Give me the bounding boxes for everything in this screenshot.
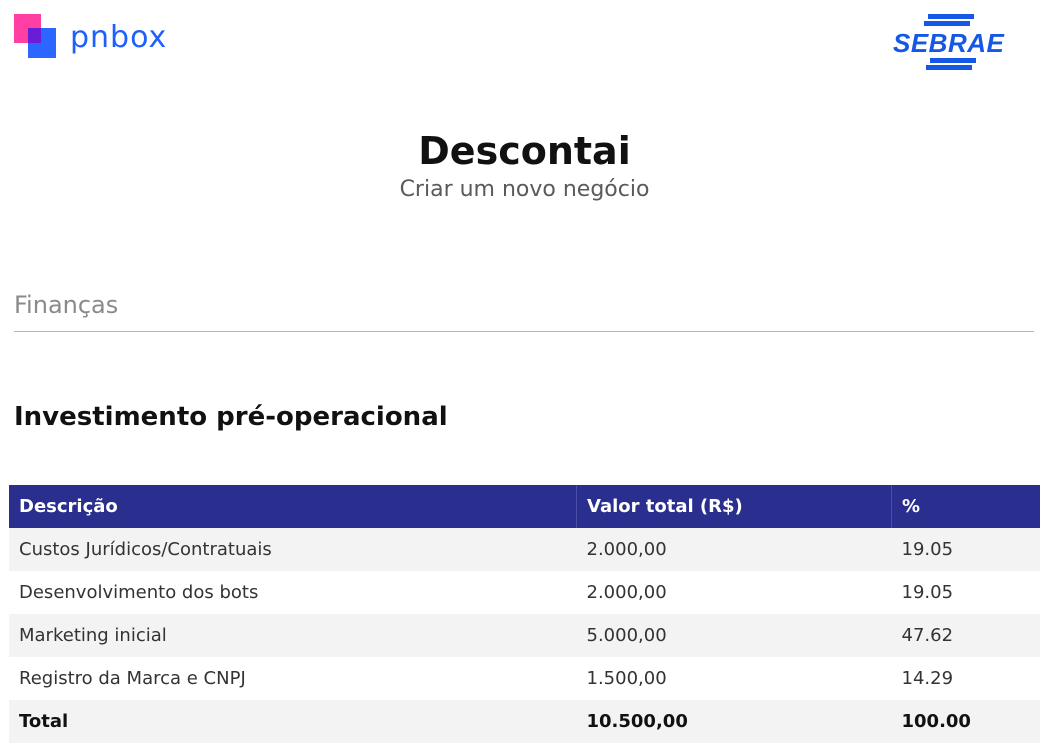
page-subtitle: Criar um novo negócio (399, 177, 650, 202)
table-header-row: Descrição Valor total (R$) % (9, 485, 1040, 528)
cell-percent: 14.29 (891, 657, 1040, 700)
sebrae-logo-text: SEBRAE (893, 28, 1005, 58)
page-title: Descontai (418, 129, 631, 173)
cell-value: 2.000,00 (576, 571, 892, 614)
cell-description: Marketing inicial (9, 614, 577, 657)
total-value: 10.500,00 (576, 700, 892, 743)
cell-description: Desenvolvimento dos bots (9, 571, 577, 614)
table-row: Custos Jurídicos/Contratuais 2.000,00 19… (9, 528, 1040, 571)
pnbox-logo-icon (14, 14, 58, 60)
total-label: Total (9, 700, 577, 743)
table-row: Marketing inicial 5.000,00 47.62 (9, 614, 1040, 657)
total-percent: 100.00 (891, 700, 1040, 743)
cell-percent: 19.05 (891, 528, 1040, 571)
cell-description: Registro da Marca e CNPJ (9, 657, 577, 700)
cell-value: 1.500,00 (576, 657, 892, 700)
pnbox-logo-text: pnbox (70, 19, 168, 55)
section-title: Finanças (14, 291, 119, 319)
cell-value: 2.000,00 (576, 528, 892, 571)
header: pnbox SEBRAE (0, 0, 1049, 80)
subsection-title: Investimento pré-operacional (14, 402, 448, 432)
cell-description: Custos Jurídicos/Contratuais (9, 528, 577, 571)
sebrae-logo: SEBRAE (890, 12, 1015, 70)
table-row: Desenvolvimento dos bots 2.000,00 19.05 (9, 571, 1040, 614)
table-total-row: Total 10.500,00 100.00 (9, 700, 1040, 743)
pnbox-logo: pnbox (14, 14, 167, 60)
column-header-value: Valor total (R$) (576, 485, 892, 528)
cell-value: 5.000,00 (576, 614, 892, 657)
investment-table: Descrição Valor total (R$) % Custos Jurí… (9, 485, 1040, 743)
cell-percent: 47.62 (891, 614, 1040, 657)
cell-percent: 19.05 (891, 571, 1040, 614)
table-row: Registro da Marca e CNPJ 1.500,00 14.29 (9, 657, 1040, 700)
column-header-description: Descrição (9, 485, 577, 528)
column-header-percent: % (891, 485, 1040, 528)
title-block: Descontai Criar um novo negócio (0, 128, 1049, 204)
section-header: Finanças (14, 288, 1034, 332)
